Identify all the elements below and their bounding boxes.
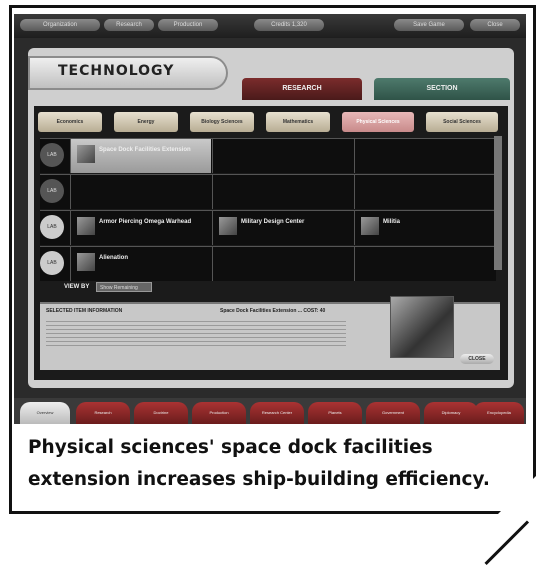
bottom-tab[interactable]: Doctrine [134,402,188,424]
tech-cell[interactable]: Militia [354,211,495,245]
tech-cell-selected[interactable]: Space Dock Facilities Extension [70,139,211,173]
lab-badge: LAB [40,215,64,239]
info-item-name: Space Dock Facilities Extension ... COST… [220,308,326,314]
menu-close[interactable]: Close [470,19,520,31]
tech-thumbnail-icon [77,253,95,271]
bottom-tab[interactable]: Research Center [250,402,304,424]
lab-row: LAB [40,174,496,209]
menu-organization[interactable]: Organization [20,19,100,31]
subtab-economics[interactable]: Economics [38,112,102,132]
lab-badge: LAB [40,179,64,203]
frame-corner-line [484,520,530,565]
lab-row: LAB Space Dock Facilities Extension [40,138,496,173]
tech-cell[interactable]: Military Design Center [212,211,353,245]
tech-thumbnail-icon [77,217,95,235]
vertical-scrollbar[interactable] [494,136,502,270]
bottom-tab[interactable]: Diplomacy [424,402,478,424]
credits-display: Credits 1,320 [254,19,324,31]
technology-title-tab: TECHNOLOGY [28,56,228,90]
tech-thumbnail-icon [219,217,237,235]
view-by-label: VIEW BY [64,284,90,290]
bottom-tab[interactable]: Production [192,402,246,424]
page-title: TECHNOLOGY [58,63,175,79]
game-screenshot: Organization Research Production Credits… [14,14,526,424]
lab-row: LAB Alienation [40,246,496,281]
bottom-nav-bar: Overview Research Doctrine Production Re… [14,398,526,424]
selected-item-info: SELECTED ITEM INFORMATION Space Dock Fac… [40,296,500,370]
tech-name: Military Design Center [241,219,305,225]
tech-name: Space Dock Facilities Extension [99,147,191,153]
tech-preview-image [390,296,454,358]
top-menu-bar: Organization Research Production Credits… [14,14,526,38]
technology-panel: TECHNOLOGY RESEARCH SECTION Economics En… [28,48,514,388]
tech-cell[interactable] [354,175,495,209]
subtab-mathematics[interactable]: Mathematics [266,112,330,132]
bottom-tab[interactable]: Encyclopedia [474,402,524,424]
info-header: SELECTED ITEM INFORMATION [46,308,123,314]
lab-row: LAB Armor Piercing Omega Warhead Militar… [40,210,496,245]
tab-section[interactable]: SECTION [374,78,510,100]
lab-badge: LAB [40,143,64,167]
tech-name: Alienation [99,255,129,261]
tech-name: Armor Piercing Omega Warhead [99,219,192,225]
tech-cell[interactable] [354,139,495,173]
tech-cell[interactable]: Alienation [70,247,211,281]
tech-cell[interactable]: Armor Piercing Omega Warhead [70,211,211,245]
lab-badge: LAB [40,251,64,275]
bottom-tab[interactable]: Government [366,402,420,424]
tech-cell[interactable] [212,139,353,173]
tech-thumbnail-icon [361,217,379,235]
figure-caption: Physical sciences' space dock facilities… [28,437,490,490]
tech-thumbnail-icon [77,145,95,163]
subtab-biology-sciences[interactable]: Biology Sciences [190,112,254,132]
menu-save-game[interactable]: Save Game [394,19,464,31]
subtab-energy[interactable]: Energy [114,112,178,132]
tab-research[interactable]: RESEARCH [242,78,362,100]
view-by-dropdown[interactable]: Show Remaining [96,282,152,292]
menu-production[interactable]: Production [158,19,218,31]
tech-cell[interactable] [212,175,353,209]
bottom-tab[interactable]: Research [76,402,130,424]
tech-cell[interactable] [354,247,495,281]
bottom-tab[interactable]: Overview [20,402,70,424]
info-description [46,318,346,348]
tech-cell[interactable] [212,247,353,281]
menu-research[interactable]: Research [104,19,154,31]
subtab-social-sciences[interactable]: Social Sciences [426,112,498,132]
research-grid-area: Economics Energy Biology Sciences Mathem… [34,106,508,380]
tech-name: Militia [383,219,401,225]
close-button[interactable]: CLOSE [460,354,494,364]
tech-cell[interactable] [70,175,211,209]
bottom-tab[interactable]: Planets [308,402,362,424]
subtab-physical-sciences[interactable]: Physical Sciences [342,112,414,132]
